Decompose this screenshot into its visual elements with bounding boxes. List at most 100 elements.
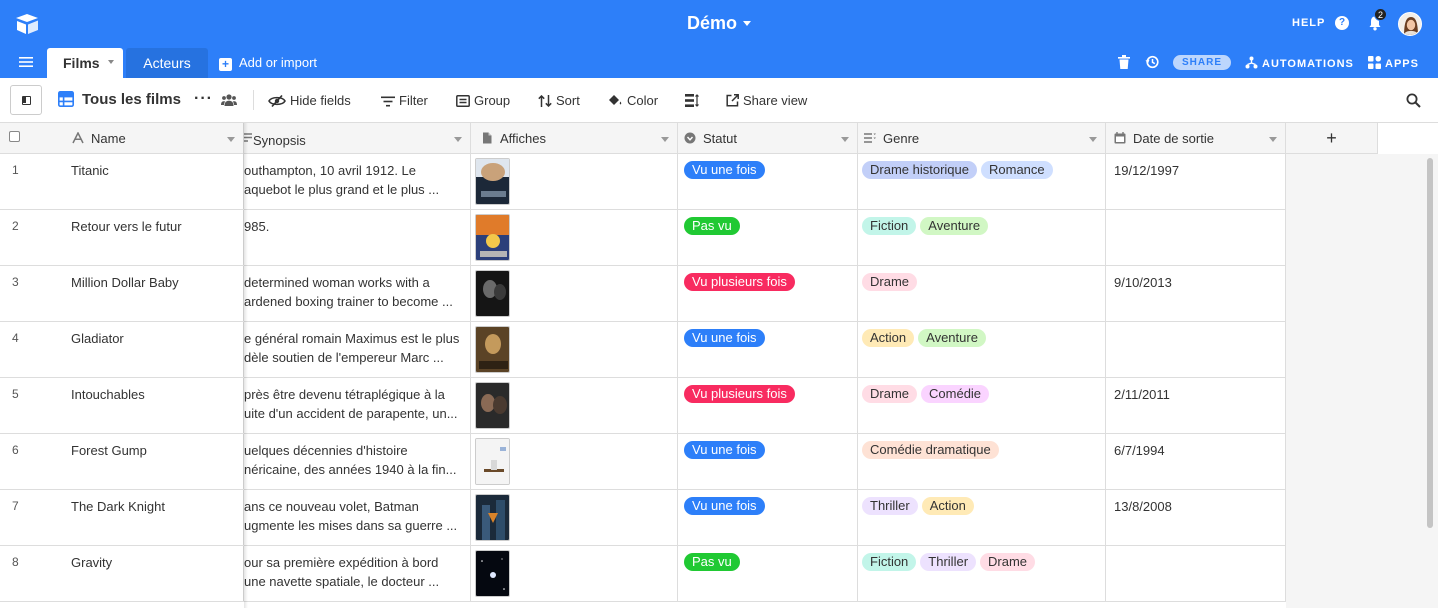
- cell-name[interactable]: Gladiator: [60, 322, 244, 377]
- cell-genre[interactable]: Drame Comédie: [858, 378, 1106, 433]
- filter-button[interactable]: Filter: [381, 93, 428, 108]
- column-header-statut[interactable]: Statut: [678, 123, 858, 154]
- share-view-button[interactable]: Share view: [726, 93, 807, 108]
- cell-date[interactable]: 6/7/1994: [1106, 434, 1286, 489]
- share-button[interactable]: SHARE: [1173, 55, 1231, 70]
- vertical-scrollbar[interactable]: [1427, 158, 1433, 528]
- table-row[interactable]: 4 Gladiator e général romain Maximus est l…: [0, 322, 1286, 378]
- group-button[interactable]: Group: [456, 93, 510, 108]
- hamburger-menu-icon[interactable]: [19, 56, 33, 68]
- search-icon[interactable]: [1406, 93, 1421, 108]
- cell-date[interactable]: [1106, 546, 1286, 601]
- table-row[interactable]: 8 Gravity our sa première expédition à bor…: [0, 546, 1286, 602]
- poster-intouchables[interactable]: [475, 382, 510, 429]
- cell-date[interactable]: 2/11/2011: [1106, 378, 1286, 433]
- column-header-date[interactable]: Date de sortie: [1106, 123, 1286, 154]
- cell-synopsis[interactable]: près être devenu tétraplégique à la uite …: [244, 378, 471, 433]
- table-row[interactable]: 6 Forest Gump uelques décennies d'histoire…: [0, 434, 1286, 490]
- cell-statut[interactable]: Vu une fois: [678, 434, 858, 489]
- help-circle-icon[interactable]: ?: [1335, 16, 1349, 30]
- cell-affiches[interactable]: [471, 434, 678, 489]
- collaborators-icon[interactable]: [221, 94, 237, 106]
- chevron-down-icon[interactable]: [227, 137, 235, 142]
- cell-genre[interactable]: Drame: [858, 266, 1106, 321]
- tab-acteurs[interactable]: Acteurs: [126, 48, 208, 78]
- cell-name[interactable]: The Dark Knight: [60, 490, 244, 545]
- cell-genre[interactable]: Comédie dramatique: [858, 434, 1106, 489]
- cell-affiches[interactable]: [471, 266, 678, 321]
- column-header-name[interactable]: Name: [60, 123, 244, 154]
- cell-affiches[interactable]: [471, 378, 678, 433]
- chevron-down-icon[interactable]: [108, 60, 114, 64]
- sidebar-toggle-button[interactable]: [10, 85, 42, 115]
- history-icon[interactable]: [1145, 55, 1159, 69]
- poster-gravity[interactable]: [475, 550, 510, 597]
- view-switcher[interactable]: Tous les films: [58, 91, 181, 108]
- poster-dark-knight[interactable]: [475, 494, 510, 541]
- chevron-down-icon[interactable]: [1089, 137, 1097, 142]
- cell-affiches[interactable]: [471, 154, 678, 209]
- table-row[interactable]: 5 Intouchables près être devenu tétraplégi…: [0, 378, 1286, 434]
- cell-affiches[interactable]: [471, 210, 678, 265]
- poster-gladiator[interactable]: [475, 326, 510, 373]
- table-row[interactable]: 7 The Dark Knight ans ce nouveau volet, Ba…: [0, 490, 1286, 546]
- table-row[interactable]: 3 Million Dollar Baby determined woman wor…: [0, 266, 1286, 322]
- trash-icon[interactable]: [1118, 55, 1130, 69]
- cell-synopsis[interactable]: ans ce nouveau volet, Batman ugmente les …: [244, 490, 471, 545]
- chevron-down-icon[interactable]: [661, 137, 669, 142]
- cell-genre[interactable]: Drame historique Romance: [858, 154, 1106, 209]
- help-button[interactable]: HELP: [1292, 17, 1325, 29]
- poster-titanic[interactable]: [475, 158, 510, 205]
- cell-affiches[interactable]: [471, 546, 678, 601]
- cell-name[interactable]: Million Dollar Baby: [60, 266, 244, 321]
- chevron-down-icon[interactable]: [454, 137, 462, 142]
- row-height-icon[interactable]: [685, 94, 699, 107]
- tab-films[interactable]: Films: [47, 48, 123, 78]
- hide-fields-button[interactable]: Hide fields: [268, 93, 351, 108]
- cell-statut[interactable]: Vu une fois: [678, 490, 858, 545]
- apps-button[interactable]: APPS: [1368, 56, 1419, 70]
- cell-date[interactable]: 9/10/2013: [1106, 266, 1286, 321]
- airtable-logo-icon[interactable]: [14, 12, 40, 36]
- sort-button[interactable]: Sort: [538, 93, 580, 108]
- cell-synopsis[interactable]: e général romain Maximus est le plus dèle…: [244, 322, 471, 377]
- add-field-button[interactable]: +: [1286, 123, 1378, 154]
- cell-statut[interactable]: Pas vu: [678, 546, 858, 601]
- poster-back-to-the-future[interactable]: [475, 214, 510, 261]
- cell-name[interactable]: Forest Gump: [60, 434, 244, 489]
- table-row[interactable]: 1 Titanic outhampton, 10 avril 1912. Le aqu…: [0, 154, 1286, 210]
- table-row[interactable]: 2 Retour vers le futur 985. Pas vu Fiction Av…: [0, 210, 1286, 266]
- cell-name[interactable]: Intouchables: [60, 378, 244, 433]
- cell-genre[interactable]: Fiction Aventure: [858, 210, 1106, 265]
- cell-statut[interactable]: Vu plusieurs fois: [678, 378, 858, 433]
- cell-date[interactable]: [1106, 322, 1286, 377]
- cell-date[interactable]: 13/8/2008: [1106, 490, 1286, 545]
- cell-statut[interactable]: Vu une fois: [678, 154, 858, 209]
- poster-million-dollar-baby[interactable]: [475, 270, 510, 317]
- cell-genre[interactable]: Fiction Thriller Drame: [858, 546, 1106, 601]
- chevron-down-icon[interactable]: [1269, 137, 1277, 142]
- cell-synopsis[interactable]: 985.: [244, 210, 471, 265]
- cell-statut[interactable]: Vu plusieurs fois: [678, 266, 858, 321]
- cell-name[interactable]: Titanic: [60, 154, 244, 209]
- cell-affiches[interactable]: [471, 490, 678, 545]
- cell-statut[interactable]: Pas vu: [678, 210, 858, 265]
- cell-genre[interactable]: Action Aventure: [858, 322, 1106, 377]
- cell-synopsis[interactable]: our sa première expédition à bord une nav…: [244, 546, 471, 601]
- cell-date[interactable]: [1106, 210, 1286, 265]
- cell-name[interactable]: Gravity: [60, 546, 244, 601]
- cell-synopsis[interactable]: uelques décennies d'histoire néricaine, d…: [244, 434, 471, 489]
- user-avatar[interactable]: [1398, 12, 1422, 36]
- cell-affiches[interactable]: [471, 322, 678, 377]
- color-button[interactable]: Color: [608, 93, 658, 108]
- poster-forrest-gump[interactable]: [475, 438, 510, 485]
- cell-date[interactable]: 19/12/1997: [1106, 154, 1286, 209]
- view-more-options-icon[interactable]: ···: [194, 90, 213, 108]
- automations-button[interactable]: AUTOMATIONS: [1245, 56, 1354, 70]
- cell-synopsis[interactable]: determined woman works with a ardened box…: [244, 266, 471, 321]
- add-or-import-button[interactable]: + Add or import: [219, 55, 317, 71]
- column-header-synopsis[interactable]: Synopsis: [244, 123, 471, 154]
- column-header-genre[interactable]: Genre: [858, 123, 1106, 154]
- chevron-down-icon[interactable]: [841, 137, 849, 142]
- column-header-affiches[interactable]: Affiches: [471, 123, 678, 154]
